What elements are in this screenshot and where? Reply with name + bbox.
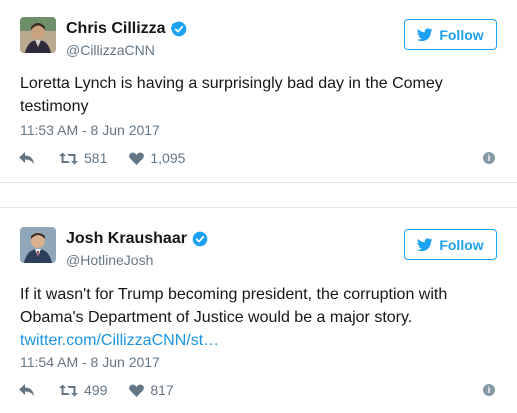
twitter-bird-icon bbox=[417, 237, 434, 251]
tweet-text: If it wasn't for Trump becoming presiden… bbox=[20, 283, 490, 352]
heart-icon bbox=[129, 383, 145, 397]
tweet-actions: 581 1,095 bbox=[18, 150, 185, 166]
retweet-count: 499 bbox=[84, 382, 108, 398]
twitter-bird-icon bbox=[417, 27, 434, 41]
reply-button[interactable] bbox=[18, 383, 35, 397]
info-icon[interactable]: i bbox=[483, 384, 495, 396]
like-count: 817 bbox=[150, 382, 174, 398]
tweet-timestamp[interactable]: 11:53 AM - 8 Jun 2017 bbox=[20, 122, 160, 138]
tweet-link[interactable]: twitter.com/CillizzaCNN/st… bbox=[20, 332, 219, 349]
retweet-button[interactable]: 581 bbox=[59, 150, 107, 166]
verified-badge-icon bbox=[170, 21, 186, 37]
heart-icon bbox=[129, 151, 145, 165]
author-handle[interactable]: @CillizzaCNN bbox=[66, 42, 155, 58]
retweet-icon bbox=[59, 384, 78, 396]
like-button[interactable]: 1,095 bbox=[129, 150, 185, 166]
reply-button[interactable] bbox=[18, 151, 35, 165]
tweet-actions: 499 817 bbox=[18, 382, 174, 398]
follow-button[interactable]: Follow bbox=[404, 19, 497, 50]
verified-badge-icon bbox=[192, 231, 208, 247]
follow-label: Follow bbox=[439, 26, 484, 43]
retweet-icon bbox=[59, 152, 78, 164]
like-count: 1,095 bbox=[150, 150, 186, 166]
tweet-card-1: Chris Cillizza @CillizzaCNN Follow Loret… bbox=[0, 0, 517, 183]
author-handle[interactable]: @HotlineJosh bbox=[66, 252, 153, 268]
retweet-count: 581 bbox=[84, 150, 108, 166]
author-name[interactable]: Josh Kraushaar bbox=[66, 230, 187, 248]
tweet-body: If it wasn't for Trump becoming presiden… bbox=[20, 286, 448, 326]
tweet-body: Loretta Lynch is having a surprisingly b… bbox=[20, 75, 443, 115]
tweet-card-2: Josh Kraushaar @HotlineJosh Follow If it… bbox=[0, 207, 517, 413]
author-name-row: Josh Kraushaar bbox=[66, 230, 208, 248]
avatar[interactable] bbox=[20, 227, 56, 263]
reply-icon bbox=[19, 152, 34, 164]
info-icon[interactable]: i bbox=[483, 152, 495, 164]
tweet-text: Loretta Lynch is having a surprisingly b… bbox=[20, 72, 490, 118]
follow-button[interactable]: Follow bbox=[404, 229, 497, 260]
tweet-separator bbox=[0, 183, 517, 207]
follow-label: Follow bbox=[439, 236, 484, 253]
avatar[interactable] bbox=[20, 17, 56, 53]
author-name-row: Chris Cillizza bbox=[66, 20, 187, 38]
retweet-button[interactable]: 499 bbox=[59, 382, 107, 398]
tweet-timestamp[interactable]: 11:54 AM - 8 Jun 2017 bbox=[20, 354, 160, 370]
author-name[interactable]: Chris Cillizza bbox=[66, 20, 166, 38]
like-button[interactable]: 817 bbox=[129, 382, 174, 398]
reply-icon bbox=[19, 384, 34, 396]
